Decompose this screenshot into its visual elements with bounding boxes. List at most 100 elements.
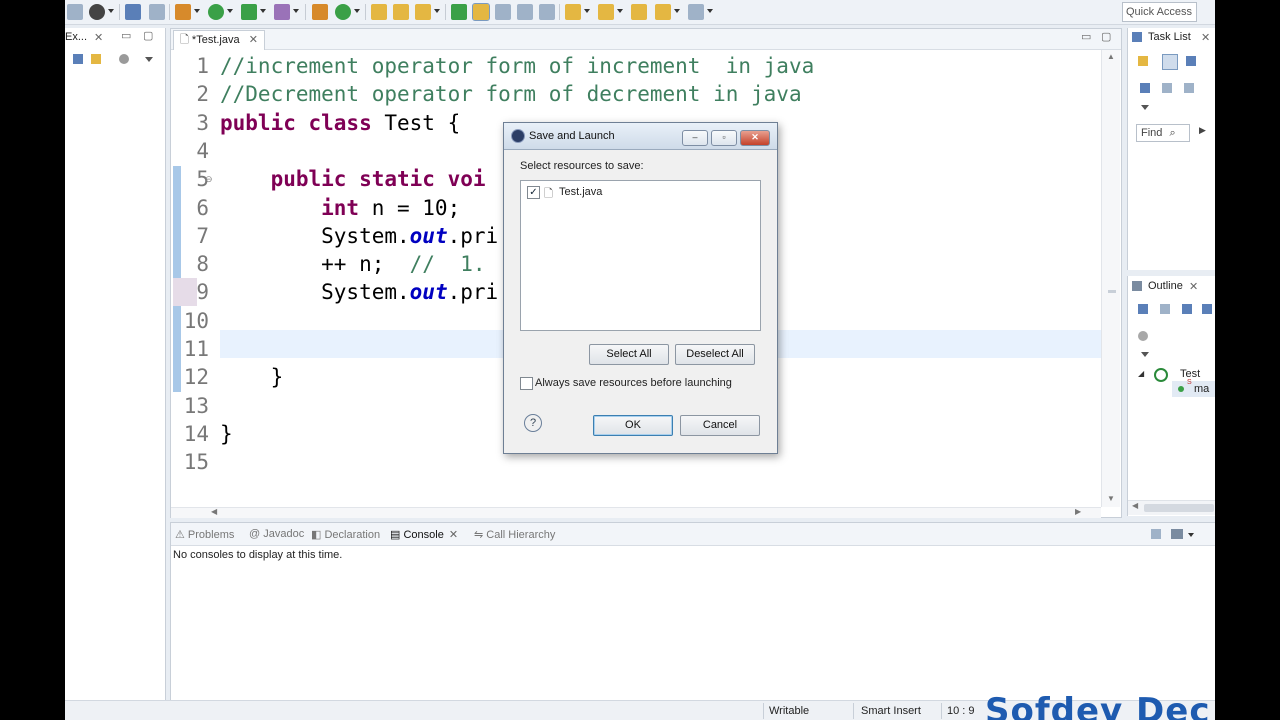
mark-occurrences-icon[interactable]	[472, 3, 490, 21]
tab-test-java[interactable]: 🗋 *Test.java ✕	[173, 30, 265, 50]
view-menu-icon[interactable]	[1141, 352, 1149, 357]
scheduled-icon[interactable]	[1186, 56, 1196, 66]
close-icon[interactable]: ✕	[1189, 280, 1198, 293]
close-icon[interactable]: ✕	[740, 130, 770, 146]
chevron-right-icon[interactable]: ▶	[1199, 125, 1206, 136]
whitespace-icon[interactable]	[539, 4, 555, 20]
cancel-button[interactable]: Cancel	[680, 415, 760, 436]
minimize-icon[interactable]: ▭	[1081, 30, 1091, 43]
search-icon[interactable]	[415, 4, 431, 20]
sort-icon[interactable]	[1160, 304, 1170, 314]
chevron-down-icon[interactable]	[354, 9, 360, 13]
annotation-icon[interactable]	[451, 4, 467, 20]
hide-fields-icon[interactable]	[1182, 304, 1192, 314]
dialog-titlebar[interactable]: Save and Launch – ▫ ✕	[504, 123, 777, 150]
outline-hscrollbar[interactable]: ◀	[1128, 500, 1215, 515]
close-icon[interactable]: ✕	[1201, 31, 1210, 44]
resource-checkbox[interactable]: ✓	[527, 186, 540, 199]
tab-console[interactable]: ▤ Console ✕	[390, 528, 458, 541]
quick-access-input[interactable]: Quick Access	[1122, 2, 1197, 22]
new-icon[interactable]	[67, 4, 83, 20]
pin-console-icon[interactable]	[1151, 529, 1161, 539]
package-explorer-tab[interactable]: Ex...	[65, 31, 87, 43]
view-menu-icon[interactable]	[145, 57, 153, 62]
chevron-down-icon[interactable]	[227, 9, 233, 13]
maximize-icon[interactable]: ▢	[1101, 30, 1111, 43]
chevron-down-icon[interactable]	[434, 9, 440, 13]
chevron-down-icon[interactable]	[260, 9, 266, 13]
run-icon[interactable]	[208, 4, 224, 20]
chevron-down-icon[interactable]	[617, 9, 623, 13]
open-type-icon[interactable]	[371, 4, 387, 20]
new-task-icon[interactable]	[1138, 56, 1148, 66]
find-input[interactable]: Find ⌕	[1136, 124, 1190, 142]
block-selection-icon[interactable]	[495, 4, 511, 20]
focus-icon[interactable]	[1138, 331, 1148, 341]
scroll-thumb[interactable]	[1144, 504, 1214, 512]
chevron-down-icon[interactable]	[674, 9, 680, 13]
new-java-project-icon[interactable]	[312, 4, 328, 20]
tab-javadoc[interactable]: @ Javadoc	[249, 528, 304, 540]
tab-declaration[interactable]: ◧ Declaration	[311, 528, 380, 541]
categorized-icon[interactable]	[1162, 54, 1178, 70]
debug-icon[interactable]	[175, 4, 191, 20]
display-console-icon[interactable]	[1171, 529, 1183, 539]
new-class-icon[interactable]	[335, 4, 351, 20]
minimize-icon[interactable]: –	[682, 130, 708, 146]
chevron-down-icon[interactable]	[293, 9, 299, 13]
collapse-all-icon[interactable]	[1162, 83, 1172, 93]
chevron-down-icon[interactable]	[194, 9, 200, 13]
chevron-down-icon[interactable]	[1188, 533, 1194, 537]
scroll-up-icon[interactable]: ▲	[1107, 52, 1115, 61]
last-edit-icon[interactable]	[631, 4, 647, 20]
expand-arrow-icon[interactable]: ◢	[1138, 369, 1144, 378]
chevron-down-icon[interactable]	[108, 9, 114, 13]
help-icon[interactable]: ?	[524, 414, 542, 432]
sync-icon[interactable]	[1184, 83, 1194, 93]
tab-call-hierarchy[interactable]: ⇋ Call Hierarchy	[474, 528, 555, 541]
link-editor-icon[interactable]	[91, 54, 101, 64]
minimize-icon[interactable]: ▭	[121, 29, 131, 42]
vertical-scrollbar[interactable]: ▲ ▼	[1101, 50, 1120, 507]
outline-method-row[interactable]: S ma	[1172, 379, 1215, 397]
collapse-all-icon[interactable]	[73, 54, 83, 64]
select-all-button[interactable]: Select All	[589, 344, 669, 365]
always-save-checkbox[interactable]	[520, 377, 533, 390]
next-annotation-icon[interactable]	[565, 4, 581, 20]
scroll-left-icon[interactable]: ◀	[211, 507, 217, 516]
scroll-down-icon[interactable]: ▼	[1107, 494, 1115, 503]
skip-breakpoints-icon[interactable]	[149, 4, 165, 20]
scroll-left-icon[interactable]: ◀	[1132, 501, 1138, 510]
previous-annotation-icon[interactable]	[598, 4, 614, 20]
print-icon[interactable]	[125, 4, 141, 20]
tab-problems[interactable]: ⚠ Problems	[175, 528, 234, 541]
code-line[interactable]: 1 //increment operator form of increment …	[171, 52, 1101, 80]
open-folder-icon[interactable]	[393, 4, 409, 20]
save-icon[interactable]	[89, 4, 105, 20]
chevron-down-icon[interactable]	[584, 9, 590, 13]
horizontal-scrollbar[interactable]: ◀ ▶	[171, 507, 1101, 518]
resource-list[interactable]: ✓ 🗋 Test.java	[520, 180, 761, 331]
external-tools-icon[interactable]	[274, 4, 290, 20]
hide-completed-icon[interactable]	[1140, 83, 1150, 93]
close-icon[interactable]: ✕	[94, 31, 103, 44]
ok-button[interactable]: OK	[593, 415, 673, 436]
forward-icon[interactable]	[688, 4, 704, 20]
scroll-right-icon[interactable]: ▶	[1075, 507, 1081, 516]
code-line[interactable]: 2 //Decrement operator form of decrement …	[171, 80, 1101, 108]
chevron-down-icon[interactable]	[707, 9, 713, 13]
focus-icon[interactable]	[119, 54, 129, 64]
hide-static-icon[interactable]	[1202, 304, 1212, 314]
close-icon[interactable]: ✕	[249, 34, 258, 46]
list-item[interactable]: ✓ 🗋 Test.java	[527, 186, 747, 200]
outline-tab[interactable]: Outline	[1148, 280, 1183, 292]
maximize-icon[interactable]: ▢	[143, 29, 153, 42]
back-icon[interactable]	[655, 4, 671, 20]
deselect-all-button[interactable]: Deselect All	[675, 344, 755, 365]
collapse-all-icon[interactable]	[1138, 304, 1148, 314]
close-icon[interactable]: ✕	[449, 529, 458, 541]
maximize-icon[interactable]: ▫	[711, 130, 737, 146]
fold-icon[interactable]: ⊖	[205, 174, 213, 185]
word-wrap-icon[interactable]	[517, 4, 533, 20]
coverage-icon[interactable]	[241, 4, 257, 20]
